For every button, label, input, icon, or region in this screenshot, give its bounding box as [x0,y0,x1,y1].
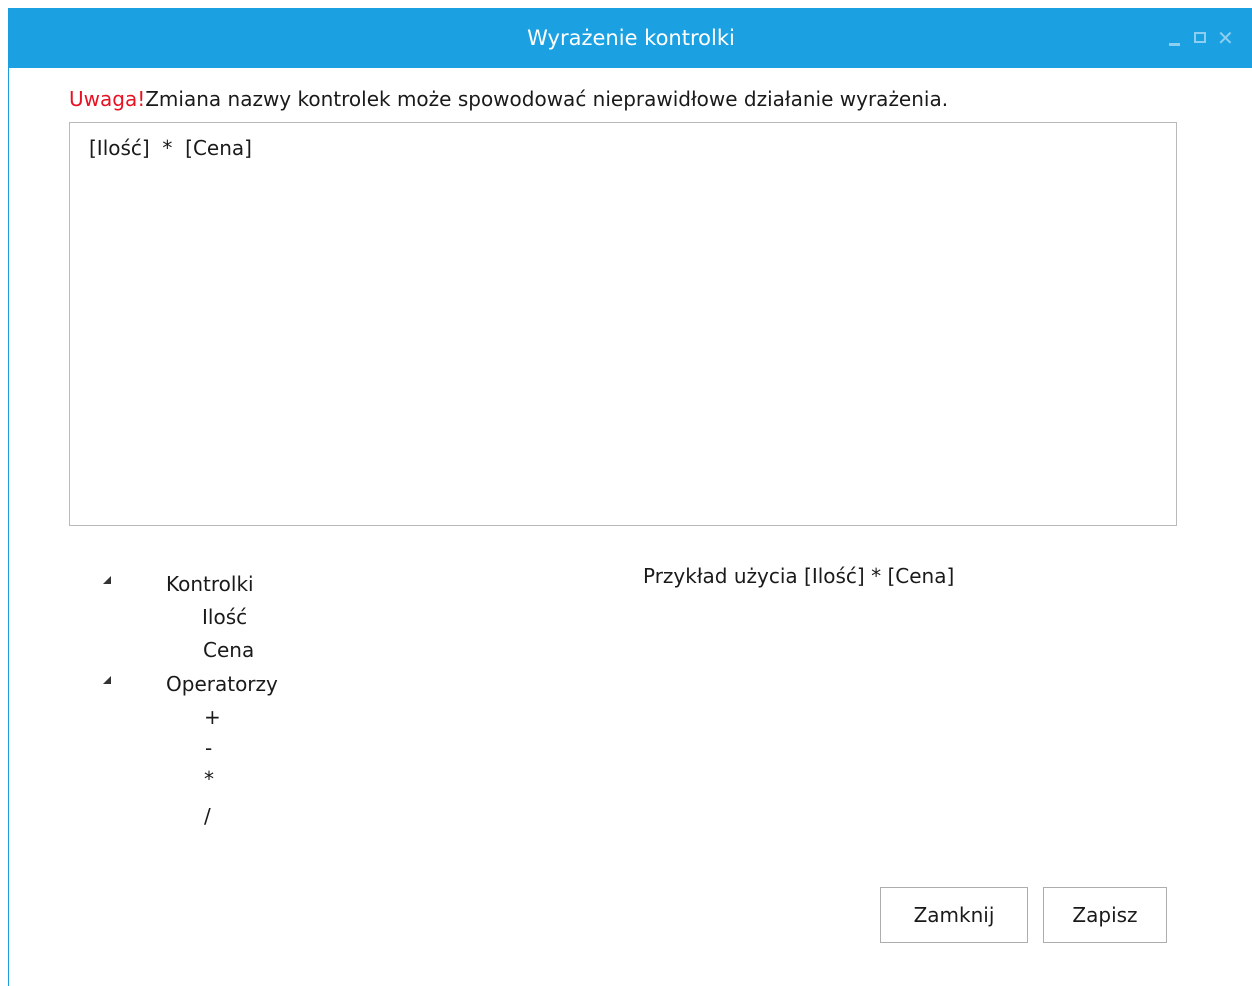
tree-group-kontrolki[interactable]: Kontrolki [166,571,254,597]
tree-item-cena[interactable]: Cena [203,637,254,663]
warning-prefix: Uwaga! [69,87,146,111]
tree-item-ilosc[interactable]: Ilość [202,604,247,630]
save-button[interactable]: Zapisz [1043,887,1167,943]
expression-editor[interactable]: [Ilość] * [Cena] [69,122,1177,526]
usage-example: Przykład użycia [Ilość] * [Cena] [643,564,955,588]
minimize-icon[interactable] [1167,30,1183,46]
warning-text: Zmiana nazwy kontrolek może spowodować n… [145,87,949,111]
expand-arrow-icon[interactable] [103,576,111,584]
close-button[interactable]: Zamknij [880,887,1028,943]
close-icon[interactable]: ✕ [1217,28,1234,48]
maximize-icon[interactable] [1193,30,1209,46]
tree-item-multiply[interactable]: * [204,766,214,792]
title-bar: Wyrażenie kontrolki ✕ [9,8,1252,68]
tree-item-minus[interactable]: - [205,735,212,761]
expand-arrow-icon[interactable] [103,676,111,684]
window-title: Wyrażenie kontrolki [527,26,735,50]
tree-group-operatorzy[interactable]: Operatorzy [166,671,278,697]
tree-item-plus[interactable]: + [204,704,221,730]
tree-item-divide[interactable]: / [204,803,211,829]
expression-text[interactable]: [Ilość] * [Cena] [89,135,252,161]
warning-message: Uwaga!Zmiana nazwy kontrolek może spowod… [69,86,948,112]
